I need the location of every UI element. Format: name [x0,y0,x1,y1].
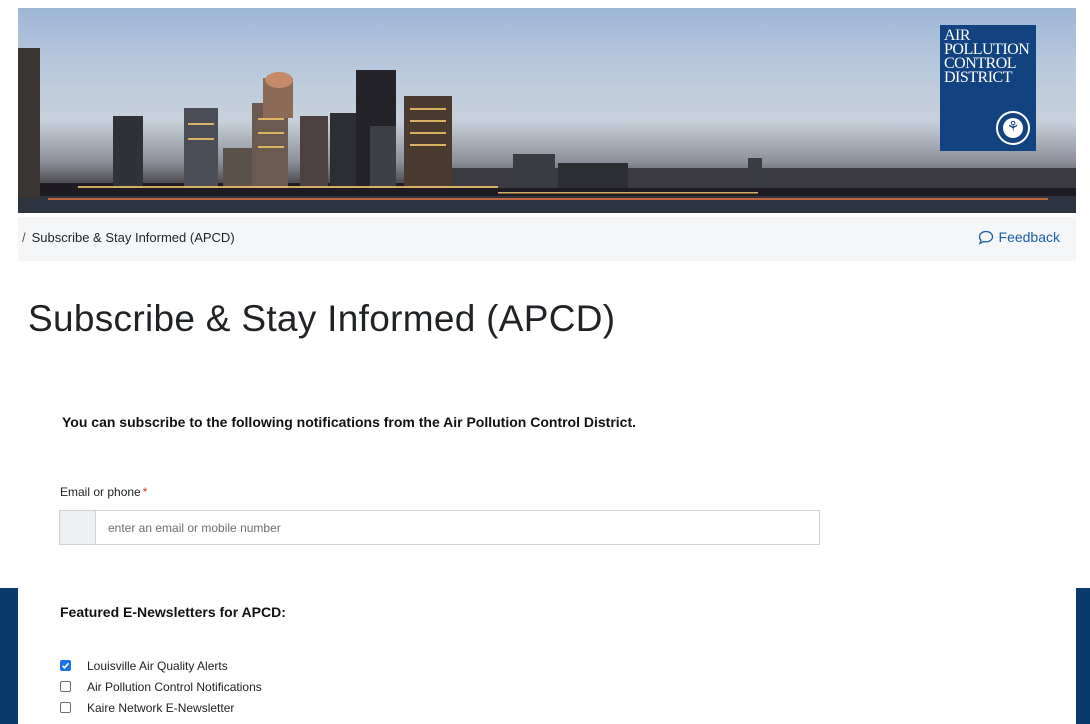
email-phone-label: Email or phone * [60,485,147,499]
newsletters-heading: Featured E-Newsletters for APCD: [60,604,286,620]
louisville-seal-icon: ⚘ [996,111,1030,145]
checkbox-label: Louisville Air Quality Alerts [87,658,228,673]
apcd-logo[interactable]: AIR POLLUTION CONTROL DISTRICT ⚘ [940,25,1036,151]
newsletter-list: Louisville Air Quality Alerts Air Pollut… [60,655,262,718]
required-asterisk: * [142,485,148,499]
list-item[interactable]: Air Pollution Control Notifications [60,676,262,697]
breadcrumb-current: Subscribe & Stay Informed (APCD) [31,230,235,245]
speech-bubble-icon [978,230,993,245]
logo-line-4: DISTRICT [944,69,1013,86]
page-panel: AIR POLLUTION CONTROL DISTRICT ⚘ / Subscr… [18,0,1076,724]
input-prefix [60,511,96,544]
email-phone-label-text: Email or phone [60,485,141,499]
checkbox-label: Kaire Network E-Newsletter [87,700,235,715]
page-title: Subscribe & Stay Informed (APCD) [28,298,616,339]
alerts-checkbox[interactable] [60,660,71,671]
header-banner: AIR POLLUTION CONTROL DISTRICT ⚘ [18,8,1076,213]
feedback-link[interactable]: Feedback [978,229,1060,245]
list-item[interactable]: Kaire Network E-Newsletter [60,697,262,718]
side-band-right [1076,588,1090,724]
breadcrumb: / Subscribe & Stay Informed (APCD) [22,230,235,245]
email-phone-input[interactable] [96,511,819,544]
feedback-label: Feedback [998,229,1060,245]
checkmark-icon [61,662,70,669]
side-band-left [0,588,18,724]
checkbox-label: Air Pollution Control Notifications [87,679,262,694]
city-skyline-image [18,48,1076,213]
list-item[interactable]: Louisville Air Quality Alerts [60,655,262,676]
email-phone-field [59,510,820,545]
kaire-newsletter-checkbox[interactable] [60,702,71,713]
breadcrumb-separator: / [22,230,26,245]
intro-text: You can subscribe to the following notif… [62,414,637,430]
breadcrumb-bar: / Subscribe & Stay Informed (APCD) Feedba… [18,217,1076,261]
notifications-checkbox[interactable] [60,681,71,692]
